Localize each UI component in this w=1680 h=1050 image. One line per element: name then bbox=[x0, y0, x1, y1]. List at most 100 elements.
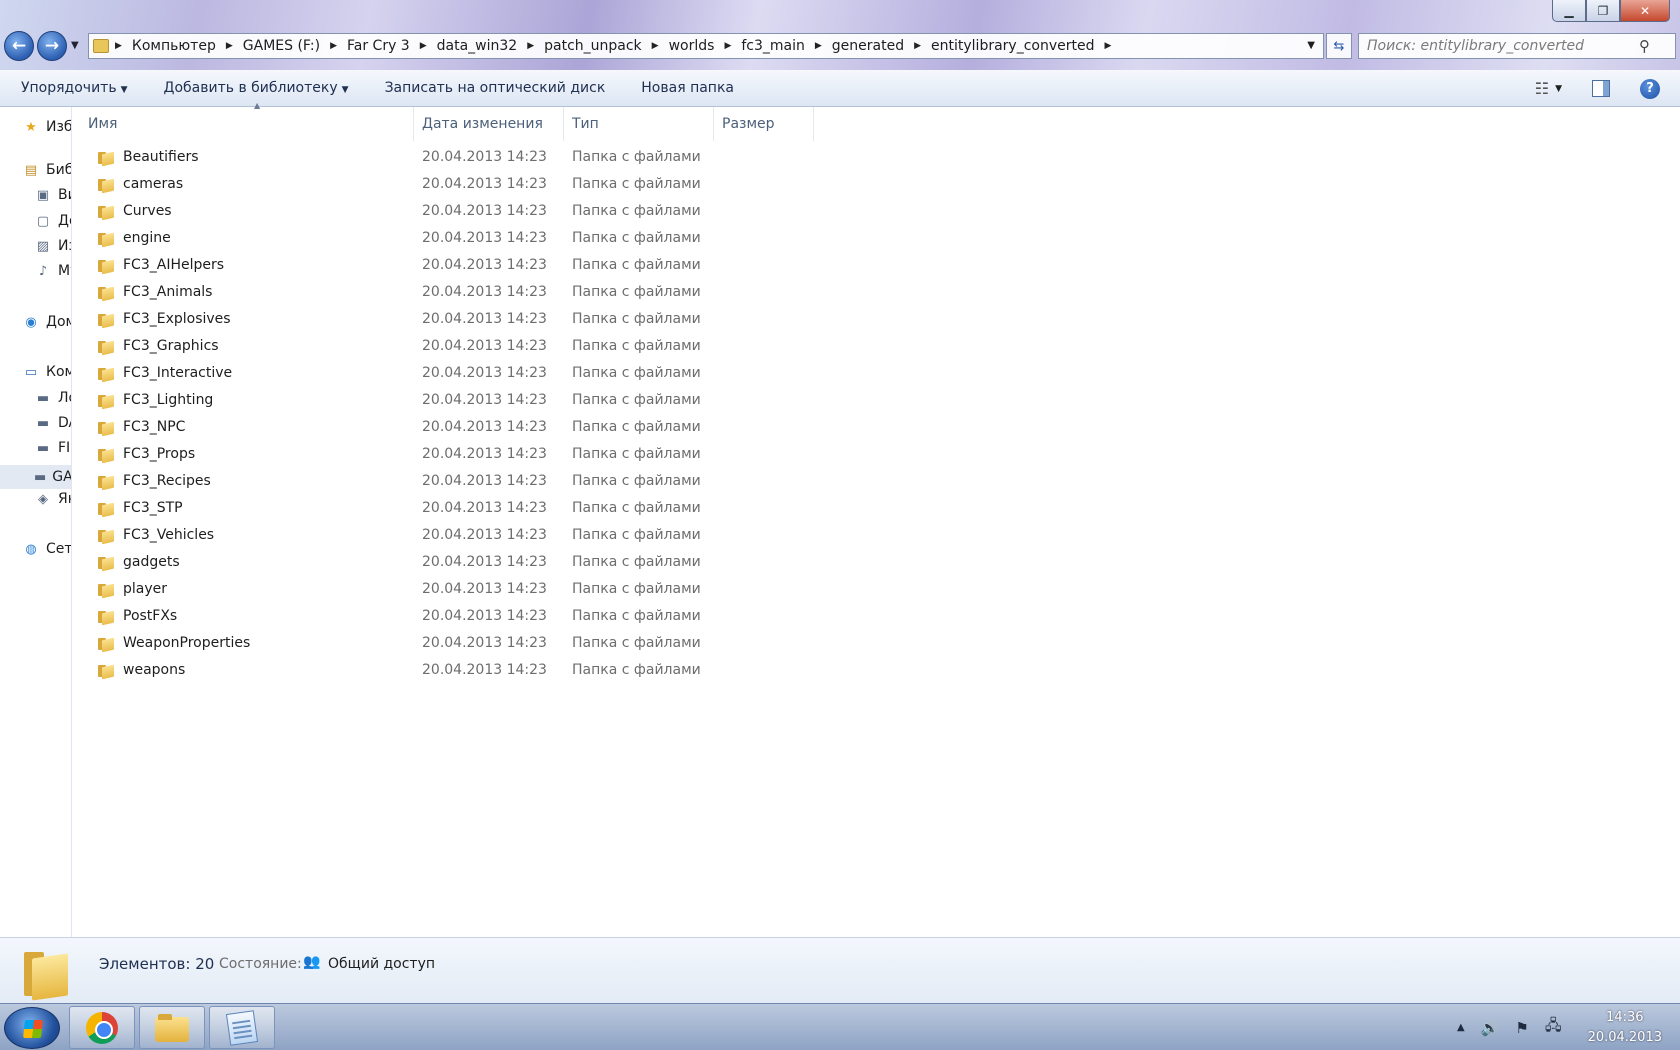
list-item[interactable]: gadgets 20.04.2013 14:23 Папка с файлами bbox=[72, 550, 1072, 577]
nav-item[interactable]: ▬ DATA bbox=[34, 415, 71, 431]
breadcrumb-item[interactable]: generated ▶ bbox=[832, 38, 931, 54]
refresh-button[interactable]: ⇆ bbox=[1326, 33, 1352, 59]
search-icon[interactable]: ⚲ bbox=[1639, 37, 1650, 55]
list-item[interactable]: FC3_Interactive 20.04.2013 14:23 Папка с ф… bbox=[72, 361, 1072, 388]
action-center-flag-icon[interactable]: ⚑ bbox=[1515, 1019, 1528, 1037]
preview-pane-icon[interactable] bbox=[1592, 80, 1610, 97]
list-item[interactable]: FC3_NPC 20.04.2013 14:23 Папка с файлами bbox=[72, 415, 1072, 442]
search-box[interactable]: ⚲ bbox=[1358, 33, 1676, 59]
list-item[interactable]: FC3_Vehicles 20.04.2013 14:23 Папка с файл… bbox=[72, 523, 1072, 550]
breadcrumb-item[interactable]: Компьютер ▶ bbox=[132, 38, 243, 54]
list-item[interactable]: FC3_STP 20.04.2013 14:23 Папка с файлами bbox=[72, 496, 1072, 523]
taskbar-notepad[interactable] bbox=[209, 1006, 275, 1049]
start-button[interactable] bbox=[4, 1007, 60, 1049]
breadcrumb-item[interactable]: Far Cry 3 ▶ bbox=[347, 38, 437, 54]
breadcrumb-item[interactable]: worlds ▶ bbox=[669, 38, 742, 54]
folder-icon bbox=[24, 948, 72, 1001]
nav-item[interactable]: ▤ Библиотеки bbox=[22, 162, 71, 178]
nav-item[interactable]: ◍ Сеть bbox=[22, 541, 71, 557]
column-header-name[interactable]: Имя ▲ bbox=[80, 101, 414, 141]
volume-icon[interactable]: 🔊 bbox=[1481, 1019, 1500, 1037]
breadcrumb-arrow-icon[interactable]: ▶ bbox=[527, 41, 534, 51]
breadcrumb-item[interactable]: GAMES (F:) ▶ bbox=[243, 38, 347, 54]
nav-item[interactable]: ★ Избранное bbox=[22, 119, 71, 135]
list-item[interactable]: FC3_Animals 20.04.2013 14:23 Папка с файла… bbox=[72, 280, 1072, 307]
folder-icon bbox=[98, 285, 114, 300]
back-button[interactable]: ← bbox=[4, 31, 34, 61]
burn-button[interactable]: Записать на оптический диск bbox=[367, 80, 624, 96]
breadcrumb-item[interactable]: entitylibrary_converted ▶ bbox=[931, 38, 1121, 54]
forward-button[interactable]: → bbox=[37, 31, 67, 61]
nav-item[interactable]: ▬ Локальный диск bbox=[34, 390, 71, 406]
state-value: Общий доступ bbox=[328, 956, 436, 972]
help-icon[interactable]: ? bbox=[1640, 78, 1660, 99]
file-date: 20.04.2013 14:23 bbox=[422, 284, 547, 300]
folder-icon bbox=[98, 447, 114, 462]
add-to-library-button[interactable]: Добавить в библиотеку ▼ bbox=[146, 80, 367, 96]
breadcrumb-arrow-icon[interactable]: ▶ bbox=[1105, 41, 1112, 51]
clock[interactable]: 14:36 20.04.2013 bbox=[1588, 1008, 1662, 1048]
list-item[interactable]: Beautifiers 20.04.2013 14:23 Папка с файла… bbox=[72, 145, 1072, 172]
nav-item[interactable]: ♪ Музыка bbox=[34, 263, 71, 279]
view-options-dropdown-icon[interactable]: ▼ bbox=[1555, 84, 1562, 94]
nav-item[interactable]: ▢ Документы bbox=[34, 213, 71, 229]
file-name: FC3_NPC bbox=[123, 419, 186, 435]
column-header-size[interactable]: Размер bbox=[714, 107, 814, 141]
list-item[interactable]: WeaponProperties 20.04.2013 14:23 Папка с … bbox=[72, 631, 1072, 658]
folder-icon bbox=[98, 528, 114, 543]
search-input[interactable] bbox=[1359, 38, 1639, 54]
nav-item[interactable]: ▨ Изображения bbox=[34, 238, 71, 254]
list-item[interactable]: engine 20.04.2013 14:23 Папка с файлами bbox=[72, 226, 1072, 253]
breadcrumb-arrow-icon[interactable]: ▶ bbox=[724, 41, 731, 51]
address-dropdown-icon[interactable]: ▼ bbox=[1307, 40, 1315, 51]
network-status-icon[interactable]: 🖧 bbox=[1545, 1015, 1562, 1040]
nav-item[interactable]: ▬ FILES bbox=[34, 440, 71, 456]
list-item[interactable]: FC3_Graphics 20.04.2013 14:23 Папка с файл… bbox=[72, 334, 1072, 361]
taskbar-explorer[interactable] bbox=[139, 1006, 205, 1049]
taskbar-chrome[interactable] bbox=[69, 1006, 135, 1049]
list-item[interactable]: Curves 20.04.2013 14:23 Папка с файлами bbox=[72, 199, 1072, 226]
breadcrumb-arrow-icon[interactable]: ▶ bbox=[420, 41, 427, 51]
recent-pages-dropdown[interactable]: ▼ bbox=[71, 40, 79, 51]
list-item[interactable]: cameras 20.04.2013 14:23 Папка с файлами bbox=[72, 172, 1072, 199]
list-item[interactable]: FC3_Explosives 20.04.2013 14:23 Папка с фа… bbox=[72, 307, 1072, 334]
breadcrumb-label: data_win32 bbox=[436, 38, 518, 54]
folder-icon bbox=[98, 663, 114, 678]
nav-item[interactable]: ◈ Яндекс.Диск bbox=[34, 491, 71, 507]
show-hidden-icons-icon[interactable]: ▲ bbox=[1457, 1022, 1465, 1033]
list-item[interactable]: player 20.04.2013 14:23 Папка с файлами bbox=[72, 577, 1072, 604]
nav-item[interactable]: ◉ Домашняя группа bbox=[22, 314, 71, 330]
breadcrumb-arrow-icon[interactable]: ▶ bbox=[815, 41, 822, 51]
column-header-type[interactable]: Тип bbox=[564, 107, 714, 141]
breadcrumb-label: GAMES (F:) bbox=[242, 38, 321, 54]
file-type: Папка с файлами bbox=[572, 608, 701, 624]
breadcrumb-arrow-icon[interactable]: ▶ bbox=[652, 41, 659, 51]
change-view-icon[interactable]: ☷ bbox=[1535, 79, 1549, 98]
list-item[interactable]: FC3_Recipes 20.04.2013 14:23 Папка с файла… bbox=[72, 469, 1072, 496]
nav-item[interactable]: ▣ Видео bbox=[34, 187, 71, 203]
maximize-button[interactable]: ❐ bbox=[1586, 0, 1620, 22]
breadcrumb-root-arrow[interactable]: ▶ bbox=[115, 41, 132, 51]
breadcrumb-arrow-icon[interactable]: ▶ bbox=[330, 41, 337, 51]
list-item[interactable]: weapons 20.04.2013 14:23 Папка с файлами bbox=[72, 658, 1072, 685]
new-folder-button[interactable]: Новая папка bbox=[623, 80, 752, 96]
minimize-button[interactable]: ▁ bbox=[1552, 0, 1586, 22]
address-bar[interactable]: ▶ Компьютер ▶ GAMES (F:) ▶ Far Cry 3 ▶ data_wi… bbox=[88, 33, 1324, 59]
column-header-date[interactable]: Дата изменения bbox=[414, 107, 564, 141]
folder-icon bbox=[98, 258, 114, 273]
organize-button[interactable]: Упорядочить ▼ bbox=[0, 80, 146, 96]
close-button[interactable]: ✕ bbox=[1620, 0, 1670, 22]
clock-date: 20.04.2013 bbox=[1587, 1029, 1662, 1045]
breadcrumb-arrow-icon[interactable]: ▶ bbox=[914, 41, 921, 51]
breadcrumb-item[interactable]: fc3_main ▶ bbox=[741, 38, 831, 54]
list-item[interactable]: FC3_Props 20.04.2013 14:23 Папка с файлами bbox=[72, 442, 1072, 469]
file-name: player bbox=[123, 581, 168, 597]
nav-item[interactable]: ▭ Компьютер bbox=[22, 364, 71, 380]
breadcrumb-item[interactable]: patch_unpack ▶ bbox=[544, 38, 668, 54]
breadcrumb-item[interactable]: data_win32 ▶ bbox=[437, 38, 544, 54]
list-item[interactable]: FC3_Lighting 20.04.2013 14:23 Папка с файл… bbox=[72, 388, 1072, 415]
nav-item[interactable]: ▬ GAMES (F:) bbox=[0, 465, 71, 489]
list-item[interactable]: PostFXs 20.04.2013 14:23 Папка с файлами bbox=[72, 604, 1072, 631]
list-item[interactable]: FC3_AIHelpers 20.04.2013 14:23 Папка с фай… bbox=[72, 253, 1072, 280]
breadcrumb-arrow-icon[interactable]: ▶ bbox=[226, 41, 233, 51]
